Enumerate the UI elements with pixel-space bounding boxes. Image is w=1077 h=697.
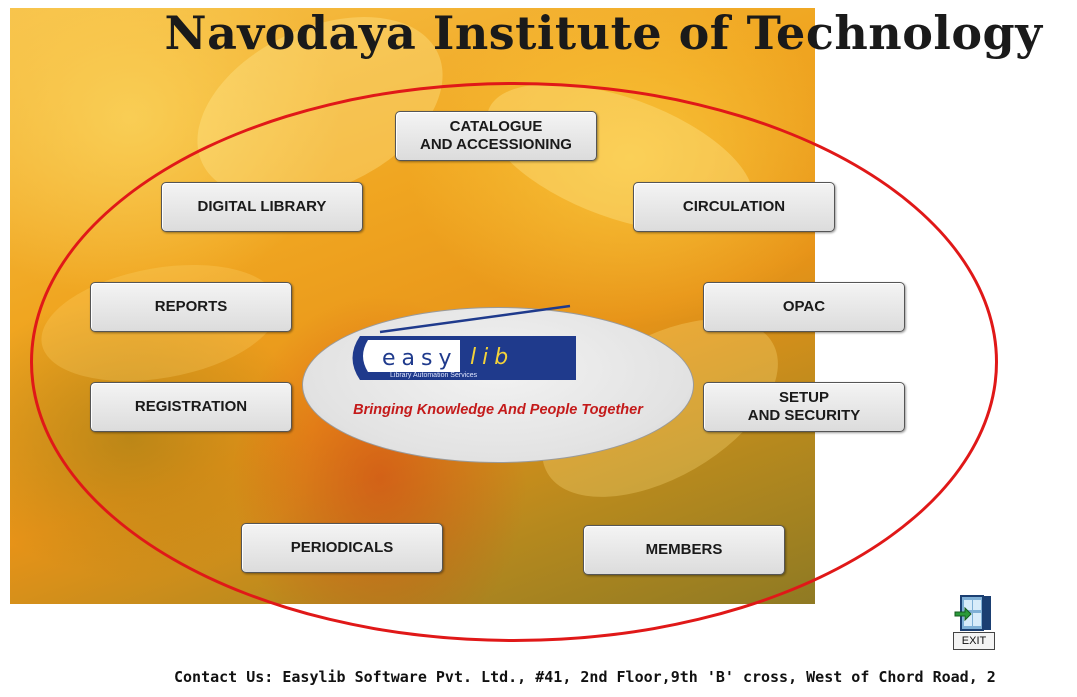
main-window: Navodaya Institute of Technology CATALOG… bbox=[0, 0, 1077, 697]
door-exit-icon bbox=[954, 595, 991, 631]
setup-security-button[interactable]: SETUP AND SECURITY bbox=[703, 382, 905, 432]
logo-swoosh-line bbox=[379, 304, 571, 334]
members-button[interactable]: MEMBERS bbox=[583, 525, 785, 575]
exit-button[interactable]: EXIT bbox=[953, 594, 995, 654]
digital-library-button[interactable]: DIGITAL LIBRARY bbox=[161, 182, 363, 232]
logo-tagline: Bringing Knowledge And People Together bbox=[353, 402, 643, 418]
reports-button[interactable]: REPORTS bbox=[90, 282, 292, 332]
circulation-button[interactable]: CIRCULATION bbox=[633, 182, 835, 232]
periodicals-button[interactable]: PERIODICALS bbox=[241, 523, 443, 573]
registration-button[interactable]: REGISTRATION bbox=[90, 382, 292, 432]
page-title: Navodaya Institute of Technology bbox=[164, 6, 1043, 60]
opac-button[interactable]: OPAC bbox=[703, 282, 905, 332]
logo-easy-text: easy bbox=[382, 346, 458, 371]
exit-label: EXIT bbox=[953, 632, 995, 650]
catalogue-accessioning-button[interactable]: CATALOGUE AND ACCESSIONING bbox=[395, 111, 597, 161]
footer-contact-text: Contact Us: Easylib Software Pvt. Ltd., … bbox=[174, 668, 996, 686]
logo-lib-text: lib bbox=[470, 345, 514, 370]
easylib-logo: easy lib Library Automation Services bbox=[352, 304, 576, 380]
logo-subtitle: Library Automation Services bbox=[390, 372, 478, 379]
